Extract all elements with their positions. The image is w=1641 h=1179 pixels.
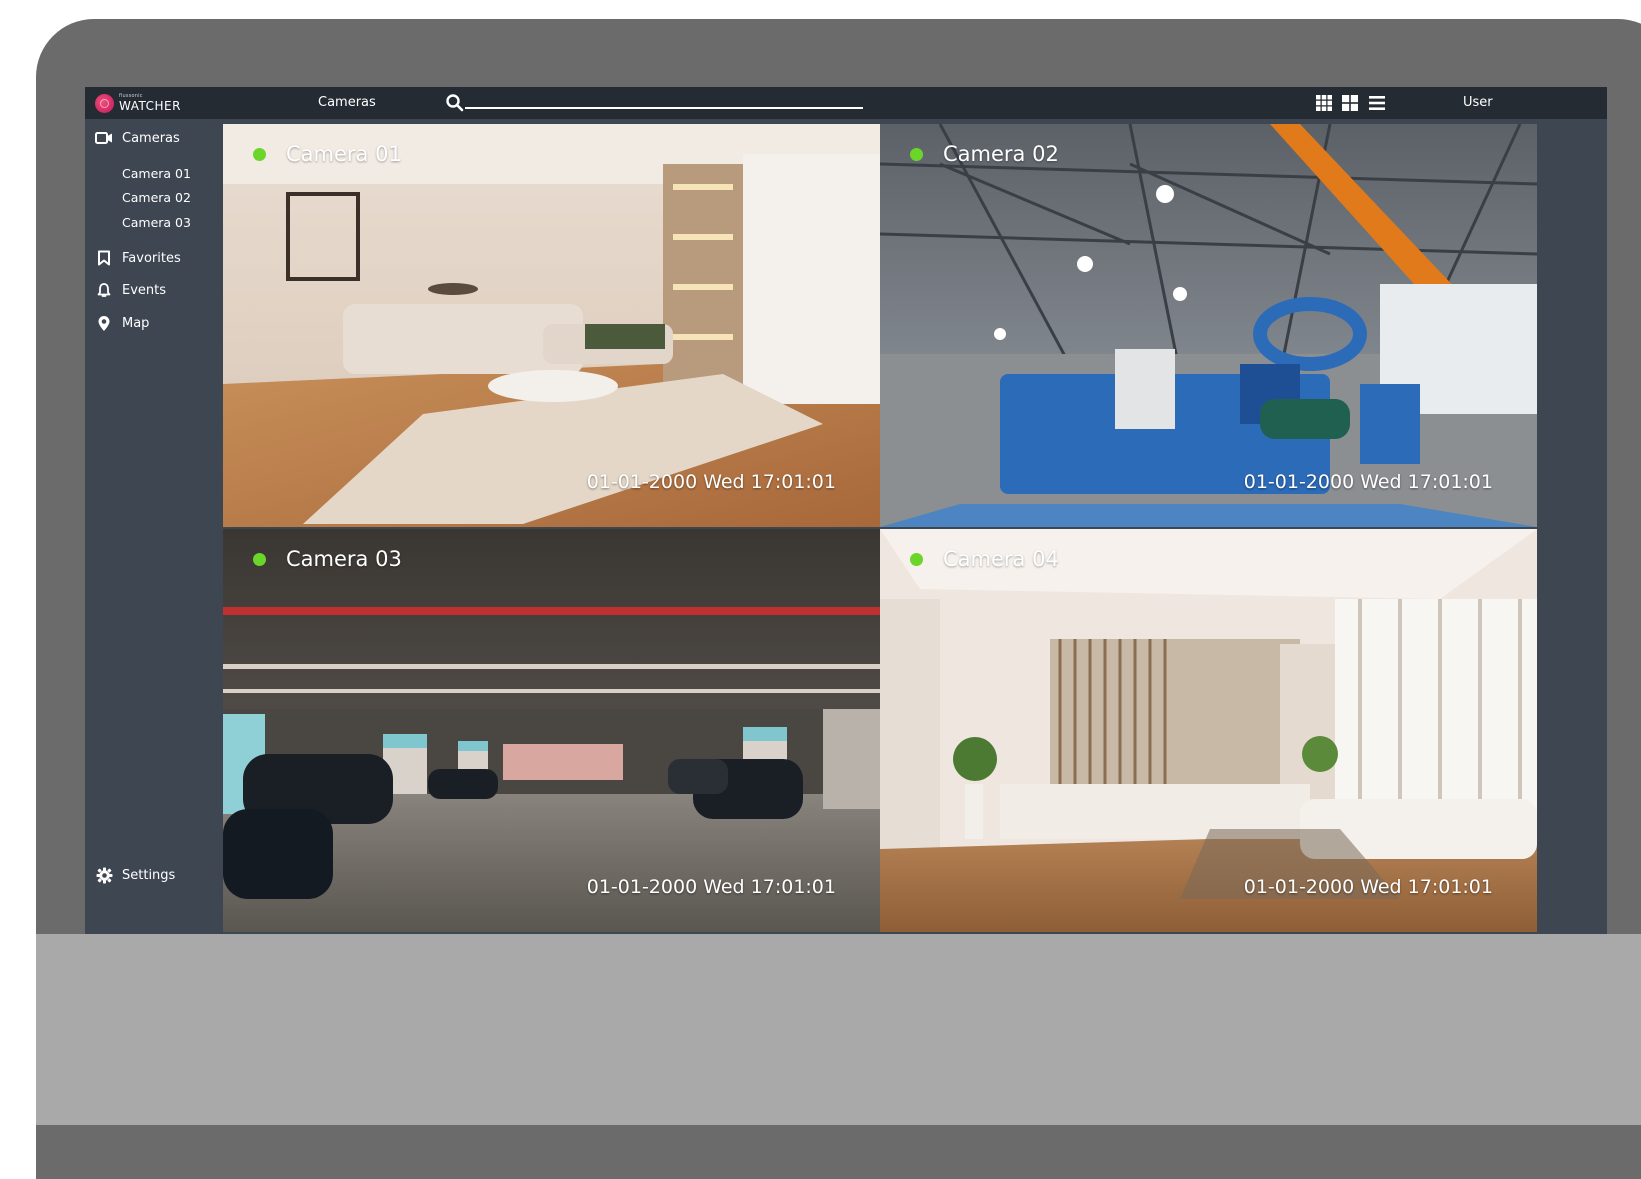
- device-base: [36, 934, 1641, 1125]
- logo-icon: [95, 93, 114, 113]
- sidebar-camera-03[interactable]: Camera 03: [122, 215, 191, 230]
- grid-small-icon[interactable]: [1342, 95, 1358, 111]
- camera-title: Camera 04: [910, 547, 1059, 571]
- camera-title: Camera 02: [910, 142, 1059, 166]
- sidebar-item-label: Cameras: [122, 130, 180, 146]
- sidebar-item-label: Favorites: [122, 250, 181, 266]
- status-online-indicator: [253, 147, 266, 161]
- user-menu[interactable]: User: [1463, 95, 1493, 110]
- camera-feed: [880, 124, 1537, 527]
- camera-timestamp: 01-01-2000 Wed 17:01:01: [1243, 876, 1493, 898]
- video-camera-icon: [95, 129, 113, 147]
- camera-timestamp: 01-01-2000 Wed 17:01:01: [586, 876, 836, 898]
- bell-icon: [95, 281, 113, 299]
- camera-timestamp: 01-01-2000 Wed 17:01:01: [586, 471, 836, 493]
- grid-large-icon[interactable]: [1316, 95, 1332, 111]
- camera-name: Camera 02: [943, 142, 1059, 166]
- app-window: flussonic WATCHER Cameras User Cameras C…: [85, 87, 1607, 934]
- camera-name: Camera 01: [286, 142, 402, 166]
- camera-tile[interactable]: Camera 01 01-01-2000 Wed 17:01:01: [223, 124, 880, 527]
- search-input[interactable]: [465, 107, 863, 109]
- gear-icon: [95, 866, 113, 884]
- camera-tile[interactable]: Camera 04 01-01-2000 Wed 17:01:01: [880, 529, 1537, 932]
- camera-grid: Camera 01 01-01-2000 Wed 17:01:01 Camera…: [223, 124, 1537, 932]
- bookmark-icon: [95, 249, 113, 267]
- camera-name: Camera 04: [943, 547, 1059, 571]
- camera-title: Camera 03: [253, 547, 402, 571]
- top-bar: flussonic WATCHER Cameras User: [85, 87, 1607, 119]
- logo-product: WATCHER: [119, 99, 181, 113]
- sidebar-item-favorites[interactable]: Favorites: [95, 249, 181, 267]
- app-logo[interactable]: flussonic WATCHER: [95, 93, 181, 113]
- location-pin-icon: [95, 314, 113, 332]
- sidebar-item-cameras[interactable]: Cameras: [95, 129, 180, 147]
- camera-tile[interactable]: Camera 02 01-01-2000 Wed 17:01:01: [880, 124, 1537, 527]
- camera-tile[interactable]: Camera 03 01-01-2000 Wed 17:01:01: [223, 529, 880, 932]
- camera-feed: [223, 124, 880, 527]
- logo-text: flussonic WATCHER: [119, 94, 181, 113]
- camera-feed: [223, 529, 880, 932]
- sidebar: Cameras Camera 01 Camera 02 Camera 03 Fa…: [85, 124, 217, 934]
- sidebar-item-settings[interactable]: Settings: [95, 866, 175, 884]
- camera-name: Camera 03: [286, 547, 402, 571]
- status-online-indicator: [910, 552, 923, 566]
- sidebar-item-map[interactable]: Map: [95, 314, 149, 332]
- status-online-indicator: [910, 147, 923, 161]
- sidebar-item-events[interactable]: Events: [95, 281, 166, 299]
- sidebar-camera-02[interactable]: Camera 02: [122, 190, 191, 205]
- list-icon[interactable]: [1369, 95, 1385, 111]
- camera-feed: [880, 529, 1537, 932]
- sidebar-item-label: Settings: [122, 867, 176, 883]
- camera-title: Camera 01: [253, 142, 402, 166]
- status-online-indicator: [253, 552, 266, 566]
- sidebar-item-label: Map: [122, 315, 150, 331]
- sidebar-camera-01[interactable]: Camera 01: [122, 166, 191, 181]
- camera-timestamp: 01-01-2000 Wed 17:01:01: [1243, 471, 1493, 493]
- sidebar-item-label: Events: [122, 282, 167, 298]
- search-icon[interactable]: [445, 93, 465, 113]
- nav-cameras-link[interactable]: Cameras: [318, 95, 376, 110]
